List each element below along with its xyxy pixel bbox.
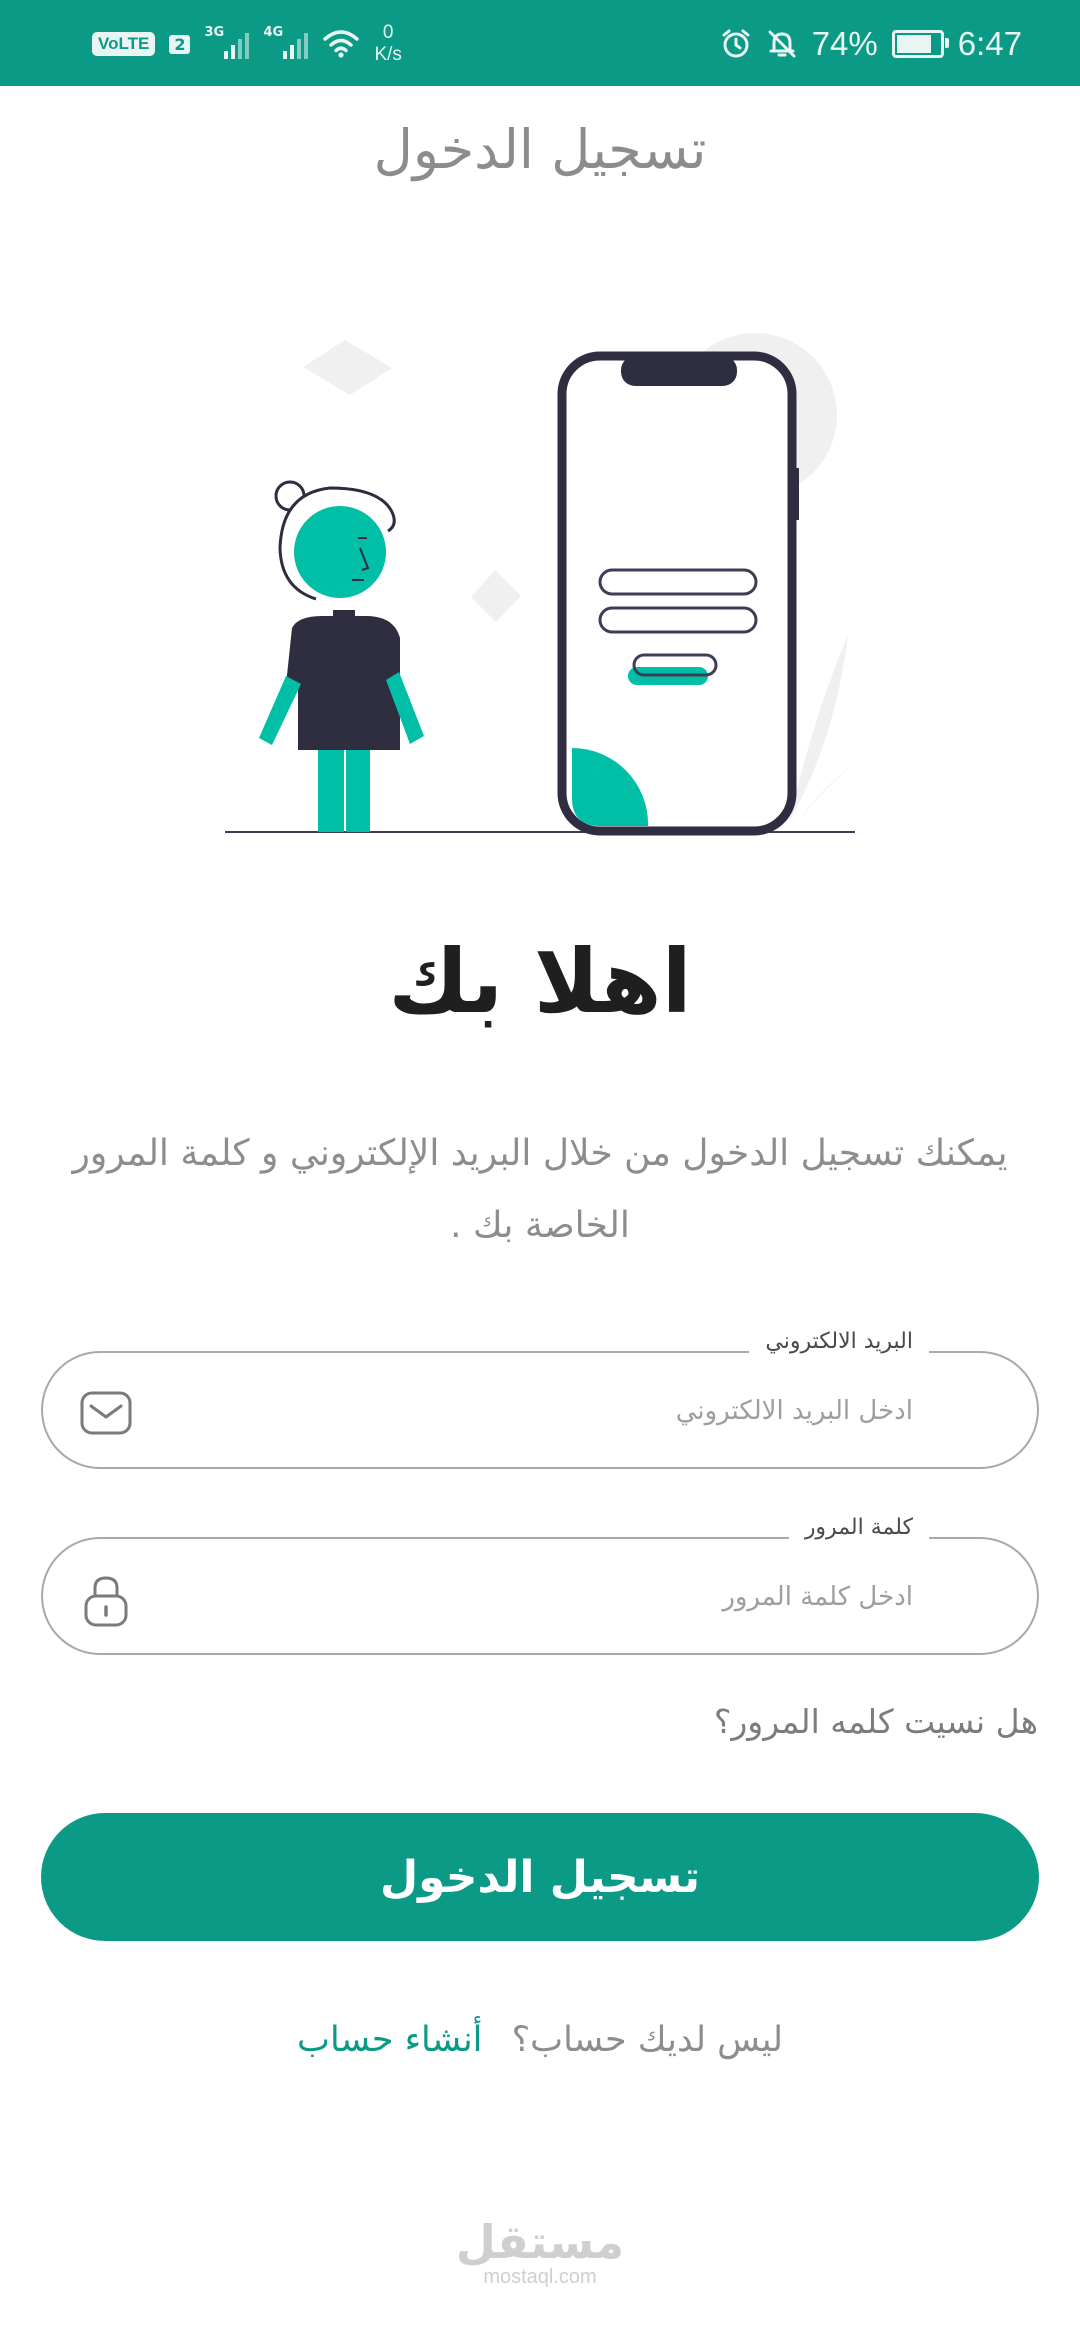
watermark-url: mostaql.com [483,2266,597,2288]
lock-icon [84,1576,128,1627]
password-label: كلمة المرور [788,1515,929,1540]
signup-question: ليس لديك حساب؟ [511,2020,783,2060]
login-illustration [225,333,855,836]
forgot-password-link[interactable]: هل نسيت كلمه المرور؟ [714,1702,1038,1741]
password-field[interactable]: كلمة المرور [41,1515,1039,1655]
email-label: البريد الالكتروني [749,1329,929,1354]
create-account-link[interactable]: أنشاء حساب [297,2020,482,2060]
signup-prompt: ليس لديك حساب؟ أنشاء حساب [0,2020,1080,2060]
watermark: مستقل mostaql.com [0,2218,1080,2289]
password-input[interactable] [311,1573,915,1621]
welcome-heading: اهلا بك [388,930,692,1033]
login-button[interactable]: تسجيل الدخول [41,1813,1039,1941]
mail-icon [80,1391,132,1435]
watermark-logo: مستقل [455,2215,625,2269]
welcome-subtitle: يمكنك تسجيل الدخول من خلال البريد الإلكت… [72,1133,1008,1246]
email-field[interactable]: البريد الالكتروني [41,1329,1039,1469]
email-input[interactable] [311,1387,915,1435]
